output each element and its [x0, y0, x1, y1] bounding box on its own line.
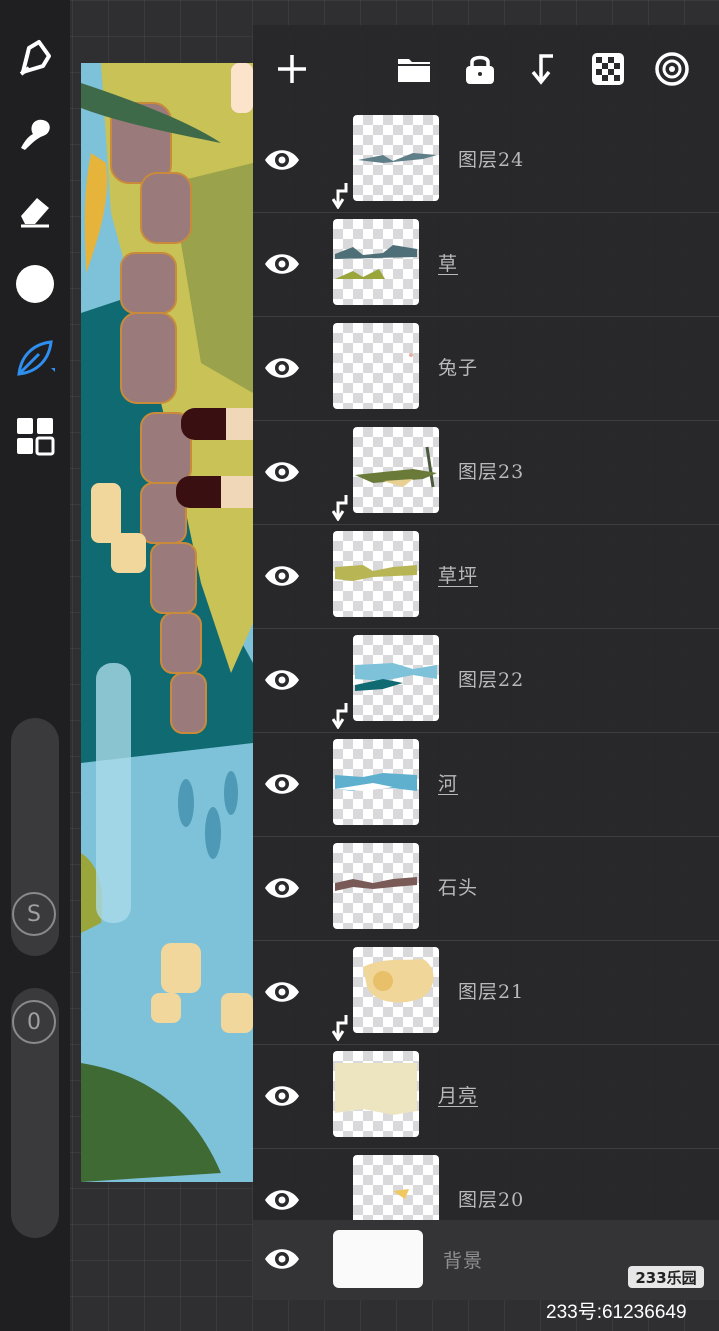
brush-size-knob[interactable]: S — [12, 892, 56, 936]
clipping-arrow-icon — [332, 495, 348, 521]
layer-name: 兔子 — [438, 357, 479, 379]
visibility-eye-icon[interactable] — [263, 455, 301, 489]
opacity-slider[interactable]: 0 — [11, 988, 59, 1238]
layer-name: 图层21 — [458, 981, 525, 1003]
visibility-eye-icon[interactable] — [263, 1183, 301, 1217]
layer-row[interactable]: 兔子 — [253, 317, 719, 421]
checker-icon — [592, 53, 624, 85]
layers-panel: 图层24 草 兔子 图层23 草坪 图层22 河 石头 图层21 月亮 图层20… — [253, 25, 719, 1300]
background-color-swatch[interactable] — [333, 1230, 423, 1288]
target-icon — [655, 52, 689, 86]
add-icon — [278, 55, 306, 83]
layer-name: 图层22 — [458, 669, 525, 691]
watermark-id: 233号:61236649 — [546, 1302, 687, 1323]
clipping-arrow-icon — [332, 1015, 348, 1041]
layers-header — [253, 25, 719, 109]
layer-thumbnail — [333, 323, 419, 409]
layer-thumbnail — [333, 1051, 419, 1137]
layer-thumbnail — [353, 427, 439, 513]
layer-row[interactable]: 草坪 — [253, 525, 719, 629]
visibility-eye-icon[interactable] — [263, 559, 301, 593]
visibility-eye-icon[interactable] — [263, 143, 301, 177]
layer-row[interactable]: 图层23 — [253, 421, 719, 525]
artwork-canvas[interactable] — [81, 63, 253, 1182]
merge-down-button[interactable] — [522, 47, 566, 91]
clipping-arrow-icon — [332, 703, 348, 729]
brush-icon[interactable] — [13, 36, 57, 80]
visibility-eye-icon[interactable] — [263, 767, 301, 801]
eraser-icon[interactable] — [13, 188, 57, 232]
brush-size-slider[interactable]: S — [11, 718, 59, 956]
layer-name: 图层24 — [458, 149, 525, 171]
lock-icon — [466, 55, 494, 84]
layer-thumbnail — [353, 115, 439, 201]
layer-row[interactable]: 河 — [253, 733, 719, 837]
layer-name: 石头 — [438, 877, 479, 899]
layer-row[interactable]: 草 — [253, 213, 719, 317]
visibility-eye-icon[interactable] — [263, 247, 301, 281]
layer-thumbnail — [353, 947, 439, 1033]
visibility-eye-icon[interactable] — [263, 871, 301, 905]
layer-name: 草坪 — [438, 565, 479, 587]
add-layer-button[interactable] — [270, 47, 314, 91]
layer-row[interactable]: 图层24 — [253, 109, 719, 213]
alpha-lock-button[interactable] — [586, 47, 630, 91]
clipping-arrow-icon — [332, 183, 348, 209]
layer-name: 图层20 — [458, 1189, 525, 1211]
reference-button[interactable] — [650, 47, 694, 91]
visibility-eye-icon[interactable] — [263, 351, 301, 385]
layers-grid-icon[interactable] — [13, 414, 57, 458]
left-toolbar: S 0 — [0, 0, 70, 1331]
layer-thumbnail — [353, 1155, 439, 1220]
folder-icon — [398, 59, 430, 82]
layer-thumbnail — [333, 531, 419, 617]
lock-button[interactable] — [458, 47, 502, 91]
layer-row[interactable]: 月亮 — [253, 1045, 719, 1149]
leaf-brush-icon[interactable] — [13, 336, 57, 380]
layer-row[interactable]: 图层20 — [253, 1149, 719, 1220]
layer-name: 草 — [438, 253, 459, 275]
layer-thumbnail — [333, 843, 419, 929]
smudge-icon[interactable] — [13, 112, 57, 156]
visibility-eye-icon[interactable] — [263, 975, 301, 1009]
layer-row[interactable]: 石头 — [253, 837, 719, 941]
layer-row[interactable]: 图层21 — [253, 941, 719, 1045]
layer-thumbnail — [333, 219, 419, 305]
background-layer-name: 背景 — [443, 1250, 484, 1272]
visibility-eye-icon[interactable] — [263, 1079, 301, 1113]
watermark-logo: 233乐园 — [628, 1266, 704, 1288]
background-layer-row[interactable]: 背景 — [253, 1220, 719, 1300]
folder-button[interactable] — [392, 47, 436, 91]
visibility-eye-icon[interactable] — [263, 1242, 301, 1276]
layer-name: 图层23 — [458, 461, 525, 483]
layer-name: 河 — [438, 773, 459, 795]
layer-thumbnail — [353, 635, 439, 721]
merge-down-icon — [531, 54, 553, 85]
opacity-knob[interactable]: 0 — [12, 1000, 56, 1044]
visibility-eye-icon[interactable] — [263, 663, 301, 697]
layer-thumbnail — [333, 739, 419, 825]
layers-list: 图层24 草 兔子 图层23 草坪 图层22 河 石头 图层21 月亮 图层20 — [253, 109, 719, 1220]
color-swatch[interactable] — [13, 262, 57, 306]
layer-name: 月亮 — [438, 1085, 479, 1107]
layer-row[interactable]: 图层22 — [253, 629, 719, 733]
